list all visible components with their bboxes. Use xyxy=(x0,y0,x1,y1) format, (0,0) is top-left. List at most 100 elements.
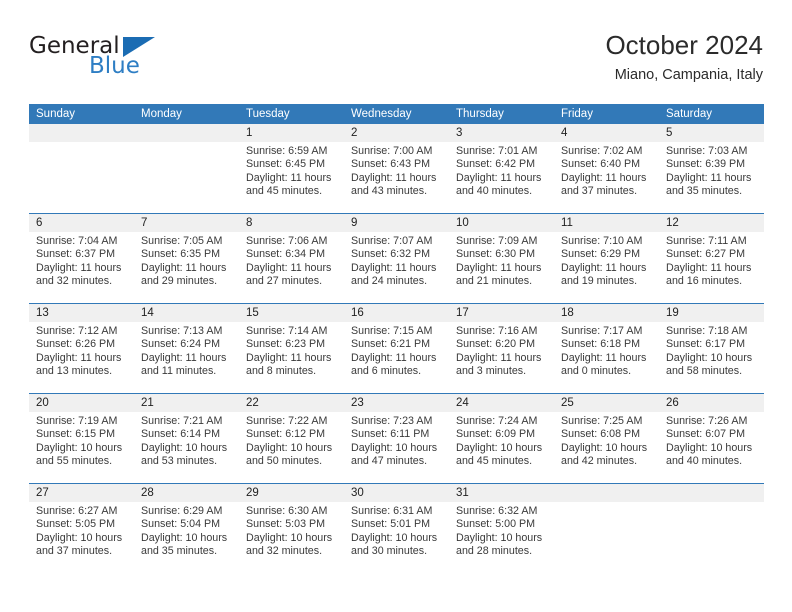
day-cell[interactable]: 1 Sunrise: 6:59 AM Sunset: 6:45 PM Daylight… xyxy=(239,124,344,213)
day-sunset-text: Sunset: 6:12 PM xyxy=(246,428,326,441)
calendar-week-row: 1 Sunrise: 6:59 AM Sunset: 6:45 PM Daylight… xyxy=(29,124,764,213)
day-daylight-text: Daylight: 10 hours xyxy=(561,441,648,454)
day-cell[interactable]: 3 Sunrise: 7:01 AM Sunset: 6:42 PM Daylight… xyxy=(449,124,554,213)
day-cell[interactable]: 18 Sunrise: 7:17 AM Sunset: 6:18 PM Dayligh… xyxy=(554,304,659,393)
day-details: Sunrise: 7:13 AM Sunset: 6:24 PM Daylight:… xyxy=(134,322,239,378)
day-sunset-text: Sunset: 6:17 PM xyxy=(666,338,746,351)
day-cell[interactable]: 19 Sunrise: 7:18 AM Sunset: 6:17 PM Dayligh… xyxy=(659,304,764,393)
day-cell[interactable]: 28 Sunrise: 6:29 AM Sunset: 5:04 PM Dayligh… xyxy=(134,484,239,573)
day-daylight-text: Daylight: 11 hours xyxy=(246,351,332,364)
day-daylight-text: and 19 minutes. xyxy=(561,274,638,287)
day-details: Sunrise: 6:29 AM Sunset: 5:04 PM Daylight:… xyxy=(134,502,239,558)
day-sunset-text: Sunset: 6:09 PM xyxy=(456,428,536,441)
day-details: Sunrise: 7:21 AM Sunset: 6:14 PM Daylight:… xyxy=(134,412,239,468)
day-details: Sunrise: 7:14 AM Sunset: 6:23 PM Daylight:… xyxy=(239,322,344,378)
day-daylight-text: and 37 minutes. xyxy=(36,544,113,557)
day-cell[interactable]: 22 Sunrise: 7:22 AM Sunset: 6:12 PM Dayligh… xyxy=(239,394,344,483)
day-details: Sunrise: 7:06 AM Sunset: 6:34 PM Daylight:… xyxy=(239,232,344,288)
day-daylight-text: Daylight: 10 hours xyxy=(36,531,123,544)
day-daylight-text: Daylight: 11 hours xyxy=(36,351,122,364)
day-number: 23 xyxy=(344,394,449,412)
day-sunset-text: Sunset: 6:39 PM xyxy=(666,158,746,171)
weekday-header-thursday: Thursday xyxy=(456,108,504,120)
day-details: Sunrise: 7:11 AM Sunset: 6:27 PM Daylight:… xyxy=(659,232,764,288)
weekday-header-saturday: Saturday xyxy=(666,108,713,120)
day-cell[interactable]: 10 Sunrise: 7:09 AM Sunset: 6:30 PM Dayligh… xyxy=(449,214,554,303)
calendar-weeks: 1 Sunrise: 6:59 AM Sunset: 6:45 PM Daylight… xyxy=(29,124,764,573)
day-sunrise-text: Sunrise: 7:24 AM xyxy=(456,415,538,427)
day-cell[interactable]: 7 Sunrise: 7:05 AM Sunset: 6:35 PM Daylight… xyxy=(134,214,239,303)
general-blue-logo[interactable]: General Blue xyxy=(29,34,179,88)
day-cell[interactable]: 25 Sunrise: 7:25 AM Sunset: 6:08 PM Dayligh… xyxy=(554,394,659,483)
day-number: 27 xyxy=(29,484,134,502)
day-cell[interactable]: 30 Sunrise: 6:31 AM Sunset: 5:01 PM Dayligh… xyxy=(344,484,449,573)
day-cell[interactable]: 8 Sunrise: 7:06 AM Sunset: 6:34 PM Daylight… xyxy=(239,214,344,303)
page-title: October 2024 xyxy=(605,30,763,60)
logo-word-blue: Blue xyxy=(89,53,140,79)
day-details: Sunrise: 7:25 AM Sunset: 6:08 PM Daylight:… xyxy=(554,412,659,468)
day-cell-empty xyxy=(659,484,764,573)
day-sunrise-text: Sunrise: 7:03 AM xyxy=(666,145,748,157)
day-details: Sunrise: 7:01 AM Sunset: 6:42 PM Daylight:… xyxy=(449,142,554,198)
day-sunrise-text: Sunrise: 7:02 AM xyxy=(561,145,643,157)
day-daylight-text: and 45 minutes. xyxy=(246,184,323,197)
day-sunrise-text: Sunrise: 7:00 AM xyxy=(351,145,433,157)
day-sunset-text: Sunset: 6:14 PM xyxy=(141,428,221,441)
day-number: 3 xyxy=(449,124,554,142)
day-cell[interactable]: 2 Sunrise: 7:00 AM Sunset: 6:43 PM Daylight… xyxy=(344,124,449,213)
day-number: 31 xyxy=(449,484,554,502)
day-cell[interactable]: 13 Sunrise: 7:12 AM Sunset: 6:26 PM Dayligh… xyxy=(29,304,134,393)
day-sunrise-text: Sunrise: 7:05 AM xyxy=(141,235,223,247)
day-details: Sunrise: 7:07 AM Sunset: 6:32 PM Daylight:… xyxy=(344,232,449,288)
day-sunset-text: Sunset: 6:15 PM xyxy=(36,428,116,441)
calendar-week-row: 13 Sunrise: 7:12 AM Sunset: 6:26 PM Dayligh… xyxy=(29,303,764,393)
weekday-header-wednesday: Wednesday xyxy=(351,108,412,120)
day-number: 12 xyxy=(659,214,764,232)
day-number: 2 xyxy=(344,124,449,142)
day-sunrise-text: Sunrise: 7:14 AM xyxy=(246,325,328,337)
day-cell[interactable]: 15 Sunrise: 7:14 AM Sunset: 6:23 PM Dayligh… xyxy=(239,304,344,393)
day-cell[interactable]: 23 Sunrise: 7:23 AM Sunset: 6:11 PM Dayligh… xyxy=(344,394,449,483)
day-cell[interactable]: 29 Sunrise: 6:30 AM Sunset: 5:03 PM Dayligh… xyxy=(239,484,344,573)
day-daylight-text: Daylight: 11 hours xyxy=(456,261,542,274)
day-cell[interactable]: 21 Sunrise: 7:21 AM Sunset: 6:14 PM Dayligh… xyxy=(134,394,239,483)
day-cell[interactable]: 4 Sunrise: 7:02 AM Sunset: 6:40 PM Daylight… xyxy=(554,124,659,213)
day-cell[interactable]: 20 Sunrise: 7:19 AM Sunset: 6:15 PM Dayligh… xyxy=(29,394,134,483)
day-daylight-text: Daylight: 10 hours xyxy=(141,441,228,454)
day-cell[interactable]: 12 Sunrise: 7:11 AM Sunset: 6:27 PM Dayligh… xyxy=(659,214,764,303)
day-cell[interactable]: 14 Sunrise: 7:13 AM Sunset: 6:24 PM Dayligh… xyxy=(134,304,239,393)
day-sunrise-text: Sunrise: 7:25 AM xyxy=(561,415,643,427)
day-number: 17 xyxy=(449,304,554,322)
day-sunrise-text: Sunrise: 7:19 AM xyxy=(36,415,118,427)
day-daylight-text: Daylight: 10 hours xyxy=(666,351,753,364)
day-daylight-text: and 55 minutes. xyxy=(36,454,113,467)
day-cell[interactable]: 26 Sunrise: 7:26 AM Sunset: 6:07 PM Dayligh… xyxy=(659,394,764,483)
day-cell[interactable]: 16 Sunrise: 7:15 AM Sunset: 6:21 PM Dayligh… xyxy=(344,304,449,393)
day-cell[interactable]: 6 Sunrise: 7:04 AM Sunset: 6:37 PM Daylight… xyxy=(29,214,134,303)
day-cell[interactable]: 31 Sunrise: 6:32 AM Sunset: 5:00 PM Dayligh… xyxy=(449,484,554,573)
day-daylight-text: Daylight: 10 hours xyxy=(456,531,543,544)
day-number: 15 xyxy=(239,304,344,322)
day-cell[interactable]: 24 Sunrise: 7:24 AM Sunset: 6:09 PM Dayligh… xyxy=(449,394,554,483)
day-sunset-text: Sunset: 6:26 PM xyxy=(36,338,116,351)
day-sunset-text: Sunset: 6:23 PM xyxy=(246,338,326,351)
day-sunrise-text: Sunrise: 7:06 AM xyxy=(246,235,328,247)
day-details: Sunrise: 7:02 AM Sunset: 6:40 PM Daylight:… xyxy=(554,142,659,198)
day-number: 25 xyxy=(554,394,659,412)
day-daylight-text: Daylight: 10 hours xyxy=(246,531,333,544)
day-daylight-text: and 8 minutes. xyxy=(246,364,317,377)
day-cell[interactable]: 9 Sunrise: 7:07 AM Sunset: 6:32 PM Daylight… xyxy=(344,214,449,303)
day-daylight-text: Daylight: 11 hours xyxy=(666,171,752,184)
day-cell[interactable]: 11 Sunrise: 7:10 AM Sunset: 6:29 PM Dayligh… xyxy=(554,214,659,303)
day-cell[interactable]: 5 Sunrise: 7:03 AM Sunset: 6:39 PM Daylight… xyxy=(659,124,764,213)
day-sunrise-text: Sunrise: 7:10 AM xyxy=(561,235,643,247)
day-daylight-text: Daylight: 11 hours xyxy=(141,261,227,274)
day-daylight-text: Daylight: 11 hours xyxy=(141,351,227,364)
day-cell[interactable]: 17 Sunrise: 7:16 AM Sunset: 6:20 PM Dayligh… xyxy=(449,304,554,393)
day-daylight-text: and 29 minutes. xyxy=(141,274,218,287)
day-sunset-text: Sunset: 5:03 PM xyxy=(246,518,326,531)
day-details: Sunrise: 7:00 AM Sunset: 6:43 PM Daylight:… xyxy=(344,142,449,198)
day-cell[interactable]: 27 Sunrise: 6:27 AM Sunset: 5:05 PM Dayligh… xyxy=(29,484,134,573)
day-daylight-text: and 40 minutes. xyxy=(456,184,533,197)
day-daylight-text: and 37 minutes. xyxy=(561,184,638,197)
